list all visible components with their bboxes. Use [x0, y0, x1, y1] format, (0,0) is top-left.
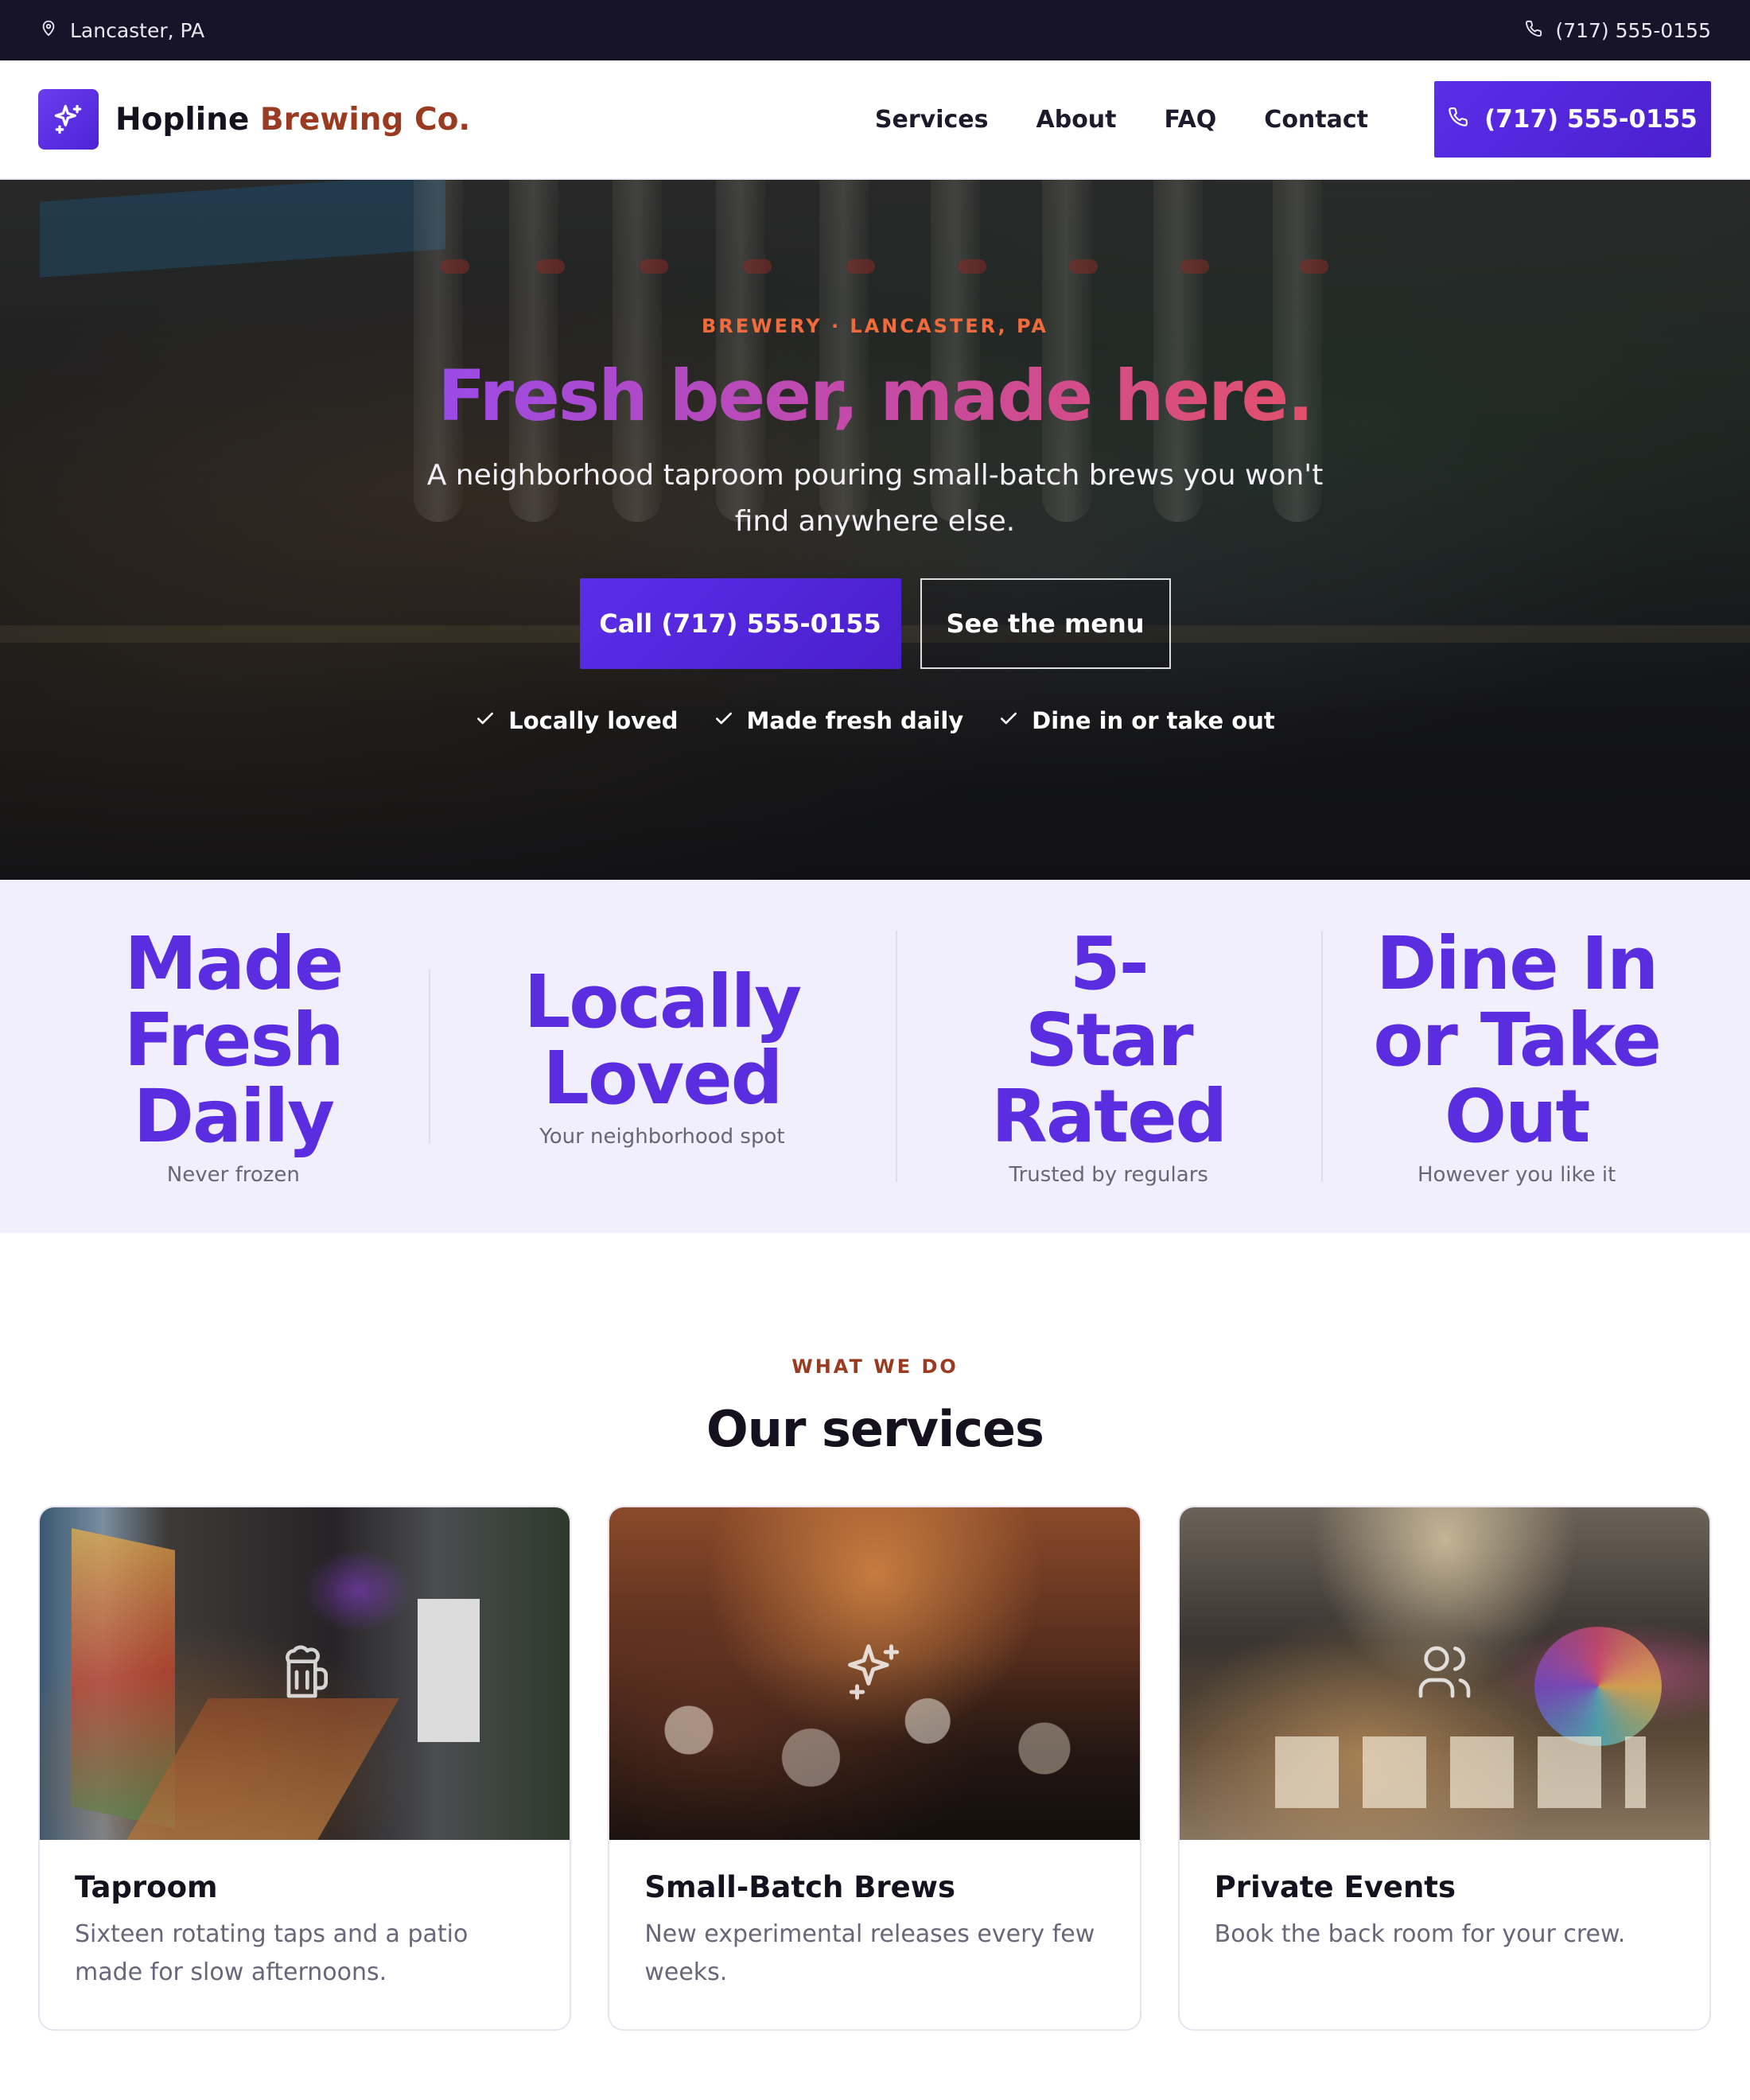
services-eyebrow: WHAT WE DO: [791, 1355, 959, 1378]
services-title: Our services: [706, 1400, 1044, 1458]
stat-subtitle: Your neighborhood spot: [539, 1125, 785, 1149]
check-item: Made fresh daily: [714, 706, 964, 734]
service-card-taproom[interactable]: Taproom Sixteen rotating taps and a pati…: [38, 1506, 572, 2031]
beer-mug-icon: [273, 1640, 336, 1707]
stats-band: Made Fresh Daily Never frozen Locally Lo…: [0, 880, 1750, 1233]
hero-checks: Locally loved Made fresh daily Dine in o…: [475, 706, 1275, 734]
photo-detail: [1534, 1627, 1662, 1746]
see-menu-button[interactable]: See the menu: [920, 578, 1171, 669]
service-card-private-events[interactable]: Private Events Book the back room for yo…: [1177, 1506, 1711, 2031]
hero-section: BREWERY · LANCASTER, PA Fresh beer, made…: [0, 180, 1750, 880]
stat-subtitle: However you like it: [1417, 1163, 1616, 1187]
nav-call-label: (717) 555-0155: [1484, 105, 1698, 134]
phone-icon: [1448, 105, 1468, 134]
check-item: Locally loved: [475, 706, 679, 734]
photo-detail: [418, 1599, 480, 1742]
hero-eyebrow: BREWERY · LANCASTER, PA: [702, 315, 1048, 337]
main-nav: Hopline Brewing Co. Services About FAQ C…: [0, 60, 1750, 180]
stat-subtitle: Trusted by regulars: [1009, 1163, 1208, 1187]
map-pin-icon: [40, 18, 57, 42]
topbar-phone-link[interactable]: (717) 555-0155: [1525, 19, 1711, 42]
stat-item: Locally Loved Your neighborhood spot: [428, 959, 896, 1149]
photo-detail: [1274, 1736, 1646, 1808]
card-title: Private Events: [1214, 1870, 1456, 1904]
sparkle-icon: [840, 1638, 908, 1709]
stat-title: Dine In or Take Out: [1373, 921, 1662, 1159]
check-label: Locally loved: [508, 706, 679, 734]
users-icon: [1413, 1640, 1476, 1707]
card-description: Sixteen rotating taps and a patio made f…: [75, 1920, 469, 1986]
sparkle-logo-icon: [38, 89, 99, 150]
check-label: Made fresh daily: [746, 706, 964, 734]
brand-name-primary: Hopline: [115, 101, 250, 138]
brand-logo-link[interactable]: Hopline Brewing Co.: [38, 89, 470, 150]
service-cards: Taproom Sixteen rotating taps and a pati…: [0, 1506, 1750, 2031]
check-icon: [714, 707, 734, 734]
service-card-small-batch[interactable]: Small-Batch Brews New experimental relea…: [608, 1506, 1141, 2031]
card-description: New experimental releases every few week…: [644, 1920, 1095, 1986]
phone-icon: [1525, 19, 1542, 42]
nav-link-faq[interactable]: FAQ: [1165, 106, 1217, 134]
hero-subtitle: A neighborhood taproom pouring small-bat…: [426, 458, 1324, 538]
card-body: Taproom Sixteen rotating taps and a pati…: [40, 1840, 570, 1992]
hero-title: Fresh beer, made here.: [438, 355, 1313, 437]
hero-call-button[interactable]: Call (717) 555-0155: [579, 578, 901, 669]
check-label: Dine in or take out: [1032, 706, 1275, 734]
stat-title: Locally Loved: [523, 959, 802, 1121]
check-icon: [475, 707, 496, 734]
stat-item: 5-Star Rated Trusted by regulars: [896, 926, 1321, 1187]
card-description: Book the back room for your crew.: [1214, 1920, 1626, 1948]
card-title: Small-Batch Brews: [644, 1870, 955, 1904]
card-title: Taproom: [75, 1870, 218, 1904]
brand-name-accent: Brewing Co.: [259, 101, 471, 138]
services-section: WHAT WE DO Our services Taproom Sixteen …: [0, 1233, 1750, 2031]
nav-links: Services About FAQ Contact: [875, 106, 1368, 134]
stat-title: 5-Star Rated: [991, 921, 1227, 1159]
location-text: Lancaster, PA: [70, 18, 205, 42]
nav-call-button[interactable]: (717) 555-0155: [1434, 81, 1711, 158]
nav-link-services[interactable]: Services: [875, 106, 989, 134]
stat-subtitle: Never frozen: [166, 1163, 300, 1187]
check-item: Dine in or take out: [998, 707, 1275, 734]
card-body: Small-Batch Brews New experimental relea…: [609, 1840, 1139, 1992]
card-body: Private Events Book the back room for yo…: [1180, 1840, 1709, 1954]
hero-content: BREWERY · LANCASTER, PA Fresh beer, made…: [0, 180, 1750, 880]
stat-item: Dine In or Take Out However you like it: [1321, 926, 1712, 1187]
check-icon: [998, 707, 1019, 734]
location-group: Lancaster, PA: [40, 18, 204, 42]
topbar-phone-text: (717) 555-0155: [1555, 18, 1711, 42]
brand-name: Hopline Brewing Co.: [115, 102, 470, 138]
stat-title: Made Fresh Daily: [123, 921, 344, 1159]
top-bar: Lancaster, PA (717) 555-0155: [0, 0, 1750, 60]
events-photo: [1179, 1507, 1709, 1840]
stat-item: Made Fresh Daily Never frozen: [38, 921, 429, 1188]
brews-photo: [609, 1507, 1140, 1840]
taproom-photo: [40, 1507, 570, 1840]
nav-link-contact[interactable]: Contact: [1264, 106, 1368, 134]
nav-link-about[interactable]: About: [1036, 106, 1117, 134]
hero-buttons: Call (717) 555-0155 See the menu: [579, 578, 1171, 669]
